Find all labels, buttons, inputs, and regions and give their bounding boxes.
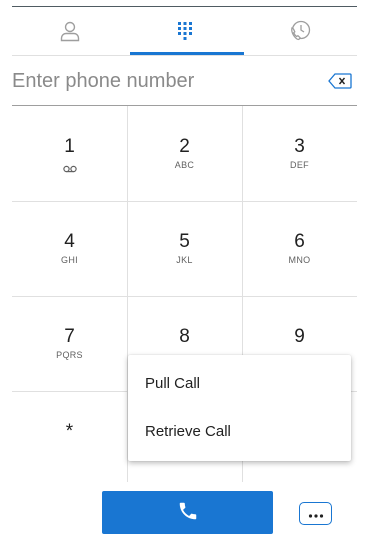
key-letters: MNO (288, 254, 311, 265)
tab-contacts[interactable] (12, 7, 127, 55)
key-digit: * (65, 420, 74, 442)
key-letters: JKL (176, 254, 193, 265)
more-options-button[interactable] (299, 502, 332, 525)
call-button[interactable] (102, 491, 273, 534)
tab-call-history[interactable] (242, 7, 357, 55)
key-star[interactable]: * (12, 391, 127, 486)
more-horizontal-icon (308, 506, 324, 521)
dialer-screen: 1 2 ABC 3 DEF 4 GHI 5 JKL 6 MNO (0, 0, 365, 534)
tab-bar (12, 7, 357, 55)
dialpad-icon (176, 21, 194, 41)
key-letters: PQRS (56, 349, 83, 360)
key-digit: 7 (64, 325, 75, 347)
key-5[interactable]: 5 JKL (127, 201, 242, 296)
key-digit: 6 (294, 230, 305, 252)
phone-icon (177, 500, 199, 525)
key-digit: 1 (64, 136, 75, 157)
call-options-menu: Pull Call Retrieve Call (128, 355, 351, 461)
backspace-icon[interactable] (325, 69, 355, 93)
key-4[interactable]: 4 GHI (12, 201, 127, 296)
key-1[interactable]: 1 (12, 106, 127, 201)
menu-item-retrieve-call[interactable]: Retrieve Call (128, 407, 351, 455)
phone-number-input[interactable] (12, 61, 325, 101)
key-digit: 3 (294, 135, 305, 157)
person-icon (58, 19, 82, 43)
key-6[interactable]: 6 MNO (242, 201, 357, 296)
key-letters: ABC (174, 159, 195, 170)
tab-dialpad[interactable] (127, 7, 242, 55)
phone-input-row (12, 56, 357, 106)
key-digit: 5 (179, 230, 190, 252)
key-letters: DEF (290, 159, 309, 170)
key-digit: 4 (64, 230, 75, 252)
menu-item-pull-call[interactable]: Pull Call (128, 359, 351, 407)
key-digit: 2 (179, 135, 190, 157)
voicemail-icon (62, 160, 77, 173)
key-letters: GHI (61, 254, 78, 265)
key-digit: 8 (179, 325, 190, 347)
key-3[interactable]: 3 DEF (242, 106, 357, 201)
key-7[interactable]: 7 PQRS (12, 296, 127, 391)
key-digit: 9 (294, 325, 305, 347)
key-2[interactable]: 2 ABC (127, 106, 242, 201)
call-history-icon (288, 19, 312, 43)
